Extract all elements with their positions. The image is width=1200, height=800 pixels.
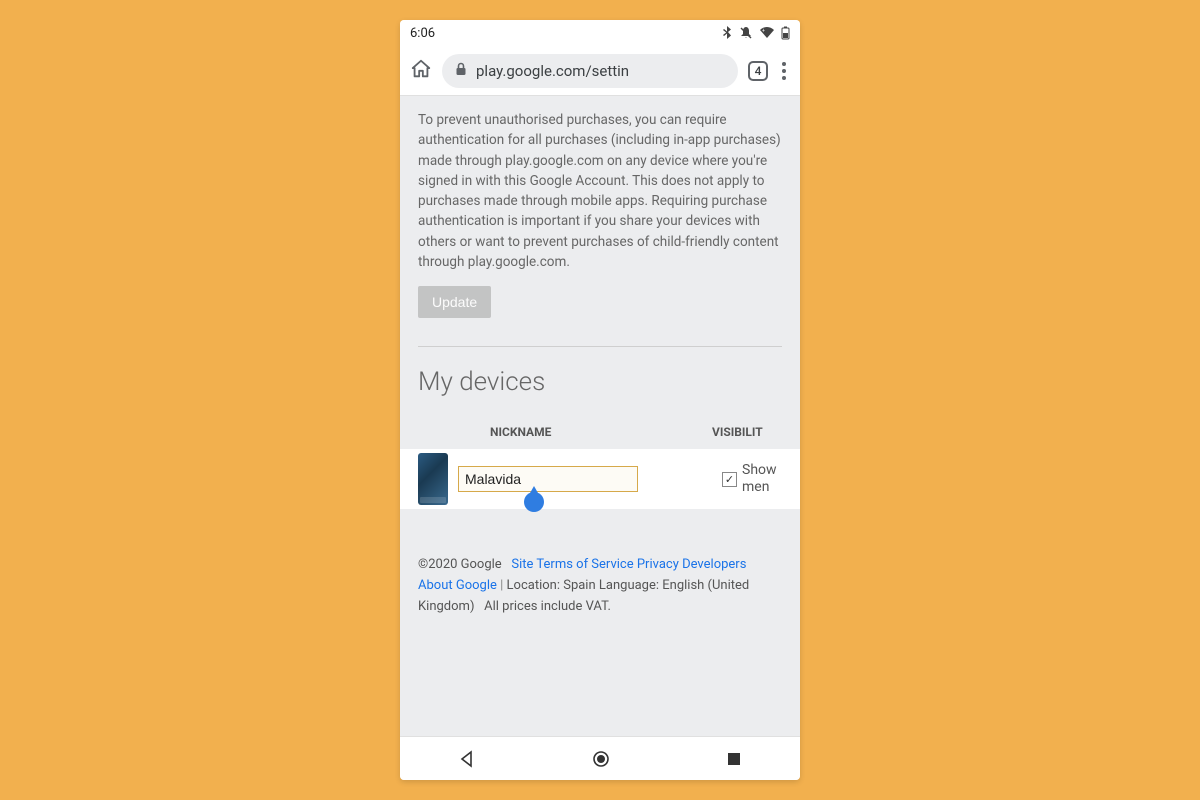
auth-description: To prevent unauthorised purchases, you c… bbox=[418, 110, 782, 272]
svg-text:+: + bbox=[762, 28, 765, 34]
nav-recents-icon[interactable] bbox=[725, 750, 743, 768]
device-thumbnail bbox=[418, 453, 448, 505]
bluetooth-icon bbox=[721, 26, 733, 40]
nav-back-icon[interactable] bbox=[457, 749, 477, 769]
system-nav-bar bbox=[400, 736, 800, 780]
status-time: 6:06 bbox=[410, 26, 435, 41]
device-row: ✓ Show men bbox=[400, 449, 800, 509]
url-bar[interactable]: play.google.com/settin bbox=[442, 54, 738, 88]
footer-developers-link[interactable]: Developers bbox=[682, 557, 746, 572]
footer-about-link[interactable]: About Google bbox=[418, 578, 497, 593]
battery-icon bbox=[781, 26, 790, 40]
page-content: To prevent unauthorised purchases, you c… bbox=[400, 96, 800, 736]
nav-home-icon[interactable] bbox=[591, 749, 611, 769]
my-devices-heading: My devices bbox=[418, 367, 782, 397]
phone-frame: 6:06 + play.google.com/settin bbox=[400, 20, 800, 780]
status-bar: 6:06 + bbox=[400, 20, 800, 46]
footer-site-terms-link[interactable]: Site Terms of Service bbox=[511, 557, 633, 572]
update-button[interactable]: Update bbox=[418, 286, 491, 318]
section-divider bbox=[418, 346, 782, 347]
footer-location-value: Spain bbox=[563, 578, 595, 593]
footer-language-label: Language: bbox=[599, 578, 659, 593]
bell-off-icon bbox=[739, 26, 753, 40]
browser-toolbar: play.google.com/settin 4 bbox=[400, 46, 800, 96]
text-cursor-handle[interactable] bbox=[524, 492, 544, 512]
visibility-label: Show men bbox=[742, 462, 777, 496]
header-visibility: VISIBILIT bbox=[712, 425, 782, 439]
devices-table-header: NICKNAME VISIBILIT bbox=[418, 425, 782, 439]
footer-privacy-link[interactable]: Privacy bbox=[637, 557, 679, 572]
home-icon[interactable] bbox=[410, 58, 432, 84]
wifi-icon: + bbox=[759, 26, 775, 40]
nickname-input[interactable] bbox=[458, 466, 638, 492]
visibility-checkbox[interactable]: ✓ bbox=[722, 472, 737, 487]
footer-vat: All prices include VAT. bbox=[484, 599, 611, 614]
tab-switcher[interactable]: 4 bbox=[748, 61, 768, 81]
page-footer: ©2020 Google Site Terms of Service Priva… bbox=[418, 555, 782, 617]
footer-location-label: Location: bbox=[507, 578, 560, 593]
footer-copyright: ©2020 Google bbox=[418, 557, 502, 572]
devices-table: NICKNAME VISIBILIT ✓ Show men bbox=[418, 425, 782, 509]
visibility-cell[interactable]: ✓ Show men bbox=[722, 462, 782, 496]
header-nickname: NICKNAME bbox=[472, 425, 712, 439]
lock-icon bbox=[454, 62, 468, 80]
overflow-menu-icon[interactable] bbox=[778, 58, 790, 84]
tab-count-value: 4 bbox=[755, 64, 762, 78]
status-icons: + bbox=[721, 26, 790, 40]
url-text: play.google.com/settin bbox=[476, 62, 629, 80]
